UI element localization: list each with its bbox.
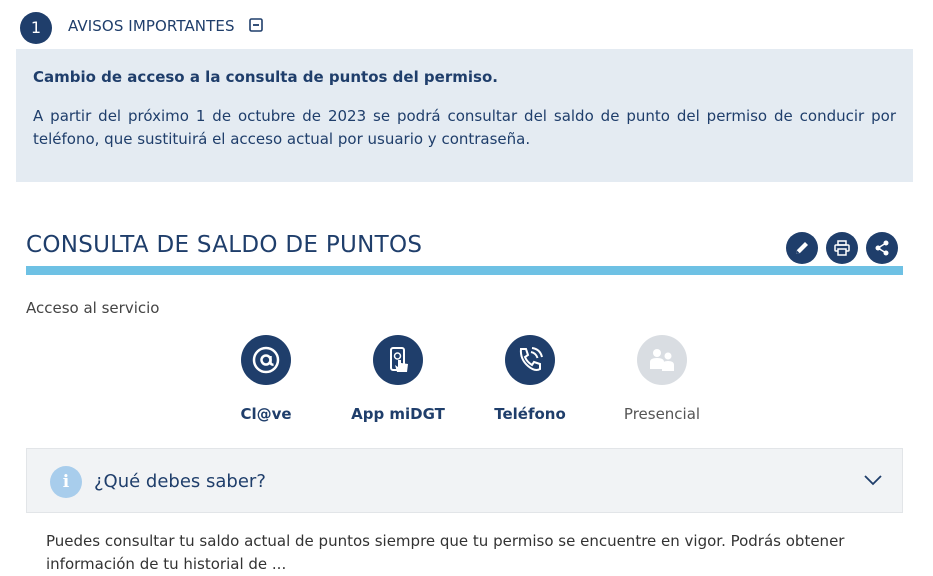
- page-title: CONSULTA DE SALDO DE PUNTOS: [26, 232, 423, 258]
- chevron-down-icon: [864, 475, 882, 486]
- notice-title: AVISOS IMPORTANTES: [68, 17, 235, 35]
- notice-subtitle: Cambio de acceso a la consulta de puntos…: [33, 68, 498, 86]
- edit-icon: [796, 242, 808, 254]
- access-option-label: Presencial: [623, 405, 701, 423]
- notice-box: Cambio de acceso a la consulta de puntos…: [16, 49, 913, 182]
- collapse-icon[interactable]: [249, 18, 263, 32]
- access-option-label: App miDGT: [351, 405, 445, 423]
- section-divider: [26, 266, 903, 275]
- edit-button[interactable]: [786, 232, 818, 264]
- mobile-touch-icon: [390, 347, 408, 372]
- access-option-phone[interactable]: Teléfono: [470, 335, 590, 427]
- people-icon: [650, 349, 674, 371]
- share-button[interactable]: [866, 232, 898, 264]
- info-text: Puedes consultar tu saldo actual de punt…: [46, 532, 845, 573]
- at-sign-icon: [252, 346, 280, 374]
- access-option-label: Cl@ve: [240, 405, 292, 423]
- print-button[interactable]: [826, 232, 858, 264]
- info-icon: i: [50, 466, 82, 498]
- access-option-clave[interactable]: Cl@ve: [206, 335, 326, 427]
- notice-number: 1: [20, 12, 52, 44]
- notice-body: A partir del próximo 1 de octubre de 202…: [33, 107, 896, 148]
- access-option-label: Teléfono: [494, 405, 566, 423]
- accordion-what-to-know[interactable]: i ¿Qué debes saber?: [26, 448, 903, 513]
- phone-icon: [519, 347, 543, 371]
- access-label: Acceso al servicio: [26, 299, 160, 317]
- share-icon: [875, 240, 889, 256]
- notice-header: 1 AVISOS IMPORTANTES: [20, 12, 920, 44]
- access-option-presencial: Presencial: [602, 335, 722, 427]
- print-icon: [834, 240, 850, 256]
- accordion-title: ¿Qué debes saber?: [94, 471, 266, 492]
- access-option-app[interactable]: App miDGT: [338, 335, 458, 427]
